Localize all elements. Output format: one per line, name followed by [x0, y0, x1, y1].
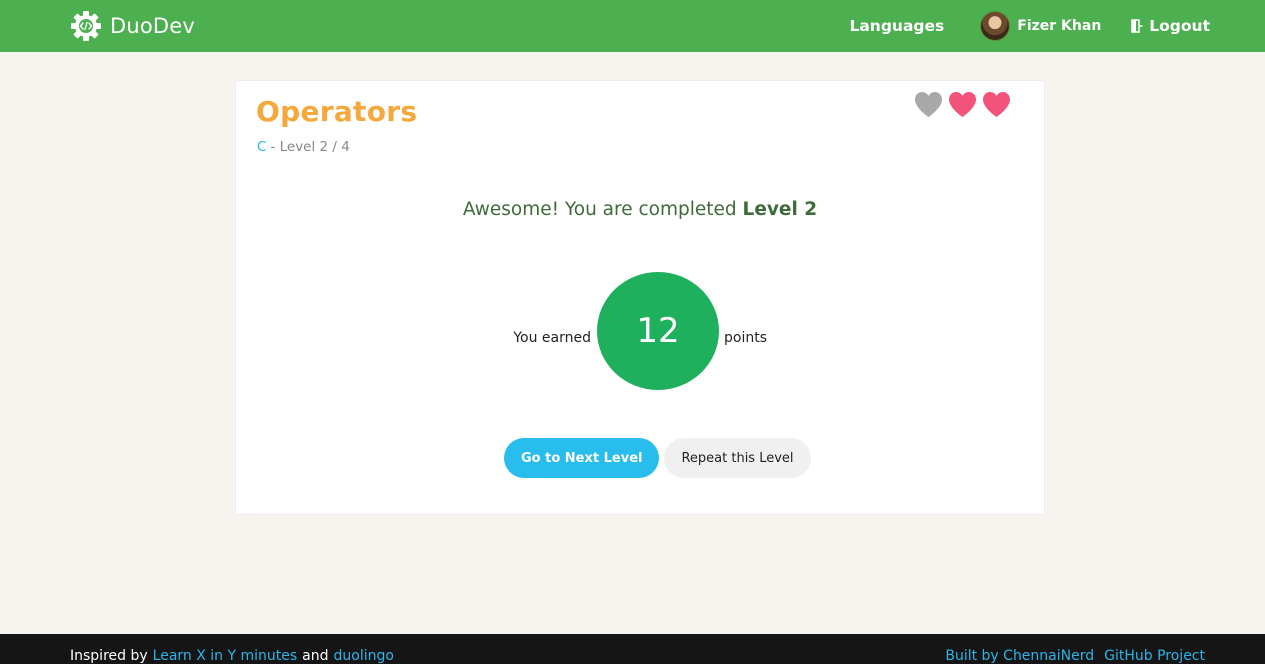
code-gear-icon	[71, 11, 101, 41]
brand-name: DuoDev	[110, 14, 196, 38]
footer-and-label: and	[302, 648, 329, 664]
footer-links: Built by ChennaiNerd GitHub Project	[945, 648, 1205, 664]
heart-full-icon	[983, 92, 1010, 117]
avatar	[980, 11, 1011, 41]
nav-languages-link[interactable]: Languages	[849, 17, 944, 35]
lesson-result-card: Operators C - Level 2 / 4 Awesome! You a…	[235, 80, 1045, 515]
brand-logo-link[interactable]: DuoDev	[70, 9, 195, 43]
repeat-level-button[interactable]: Repeat this Level	[664, 438, 811, 478]
user-profile-link[interactable]: Fizer Khan	[980, 11, 1101, 41]
heart-empty-icon	[915, 92, 942, 117]
page-footer: Inspired by Learn X in Y minutes and duo…	[0, 634, 1265, 664]
breadcrumb-language-link[interactable]: C	[257, 139, 266, 155]
lives-hearts	[914, 91, 1011, 118]
duolingo-link[interactable]: duolingo	[334, 648, 394, 664]
score-summary: You earned 12 points	[236, 271, 1044, 391]
earned-label: You earned	[513, 330, 591, 346]
navbar-right: Languages Fizer Khan Logout	[849, 0, 1210, 52]
logout-label: Logout	[1149, 17, 1210, 35]
footer-credits: Inspired by Learn X in Y minutes and duo…	[70, 648, 394, 664]
completion-level: Level 2	[742, 199, 818, 220]
logout-link[interactable]: Logout	[1131, 17, 1210, 35]
learnx-link[interactable]: Learn X in Y minutes	[153, 648, 298, 664]
points-label: points	[724, 330, 767, 346]
points-badge: 12	[597, 272, 719, 390]
breadcrumb-level: - Level 2 / 4	[270, 139, 350, 155]
built-by-link[interactable]: Built by ChennaiNerd	[945, 648, 1094, 664]
heart-full-icon	[949, 92, 976, 117]
footer-inspired-label: Inspired by	[70, 648, 148, 664]
top-navbar: DuoDev Languages Fizer Khan Logout	[0, 0, 1265, 52]
breadcrumb: C - Level 2 / 4	[257, 139, 350, 155]
completion-message-text: Awesome! You are completed	[462, 199, 737, 220]
result-actions: Go to Next Level Repeat this Level	[504, 438, 811, 478]
completion-message: Awesome! You are completed Level 2	[236, 199, 1044, 220]
logout-door-icon	[1131, 19, 1143, 33]
next-level-button[interactable]: Go to Next Level	[504, 438, 660, 478]
points-value: 12	[636, 311, 680, 351]
page-title: Operators	[256, 95, 418, 128]
github-project-link[interactable]: GitHub Project	[1104, 648, 1205, 664]
user-name: Fizer Khan	[1017, 18, 1102, 34]
